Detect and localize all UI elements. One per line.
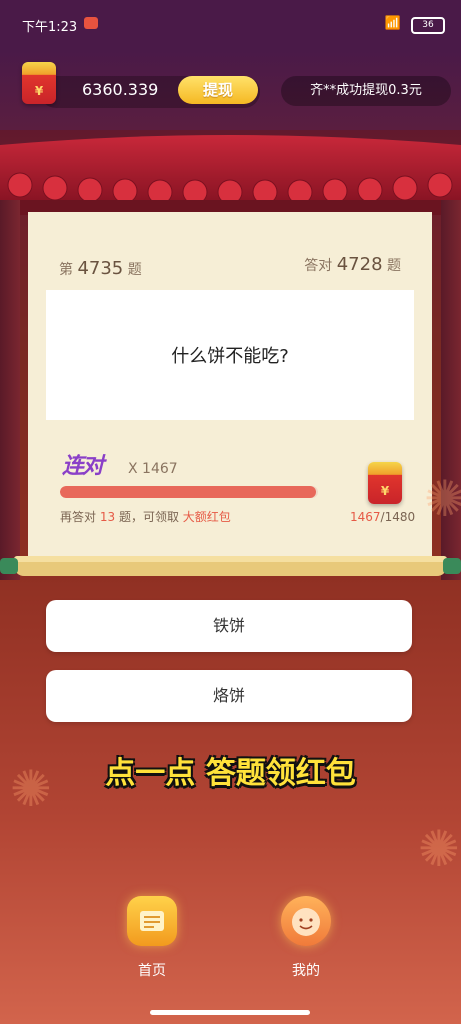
firework-decoration-left: ✺ [10,760,52,818]
roof-decoration [0,135,461,215]
firework-decoration-top-right: ✺ [424,470,461,528]
promo-banner: 点一点 答题领红包 [105,756,356,791]
status-time: 下午1:23 [22,20,78,35]
combo-logo: 连对 [62,454,104,479]
question-box: 什么饼不能吃? [46,290,414,420]
combo-count: X 1467 [128,461,178,477]
question-number: 第 4735 题 [59,258,142,279]
red-packet-icon[interactable]: ¥ [22,62,56,104]
nav-home-label: 首页 [138,963,166,979]
balance-value: 6360.339 [82,80,159,99]
scroll-rod [0,556,461,576]
question-text: 什么饼不能吃? [171,346,289,367]
status-bar: 下午1:23 📶 36 [0,0,461,50]
firework-decoration-right: ✺ [418,820,460,878]
battery-icon: 36 [411,17,445,34]
nav-home[interactable]: 首页 [122,896,182,980]
screen-record-icon [84,17,98,29]
combo-progress-fill [60,486,316,498]
answer-option-2[interactable]: 烙饼 [46,670,412,722]
reward-progress: 1467/1480 [350,510,416,524]
correct-count: 答对 4728 题 [304,254,401,275]
withdraw-button[interactable]: 提现 [178,76,258,104]
pillar-left [0,200,20,580]
wifi-icon: 📶 [384,16,401,31]
withdraw-notice: 齐**成功提现0.3元 [281,76,451,106]
reward-red-packet-icon[interactable]: ¥ [368,462,402,504]
nav-profile[interactable]: 我的 [276,896,336,980]
nav-profile-label: 我的 [292,963,320,979]
combo-progress-bar [60,486,318,498]
home-icon [127,896,177,946]
profile-icon [281,896,331,946]
question-card: 第 4735 题 答对 4728 题 什么饼不能吃? 连对 X 1467 再答对… [28,212,432,558]
home-indicator[interactable] [150,1010,310,1015]
answer-option-1[interactable]: 铁饼 [46,600,412,652]
combo-hint: 再答对 13 题，可领取 大额红包 [60,510,231,524]
